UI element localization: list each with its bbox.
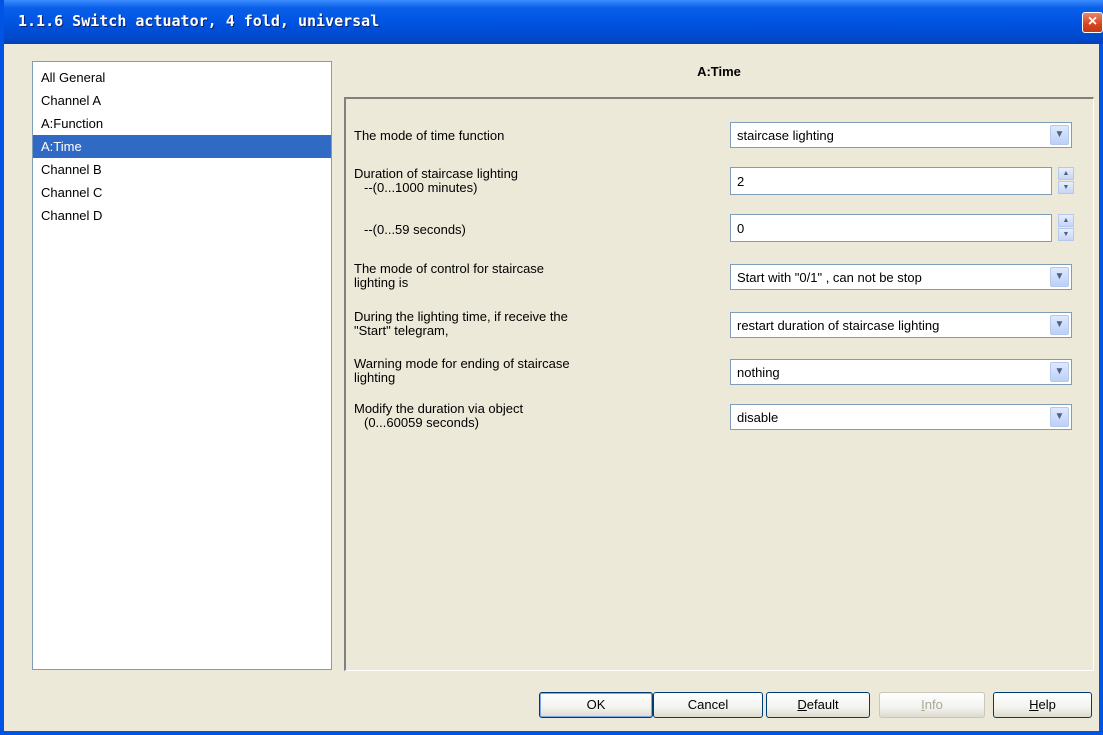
spinner-arrows-icon[interactable]: ▲ ▼ [1058,167,1074,195]
tree-item-a-function[interactable]: A:Function [33,112,331,135]
start-telegram-value: restart duration of staircase lighting [737,318,940,333]
duration-seconds-value: 0 [737,221,745,236]
duration-minutes-input[interactable]: 2 [730,167,1052,195]
param-label-control-mode: The mode of control for staircase lighti… [354,262,544,290]
param-label-line2: "Start" telegram, [354,323,449,338]
dialog-window: 1.1.6 Switch actuator, 4 fold, universal… [0,0,1103,735]
tree-item-channel-a[interactable]: Channel A [33,89,331,112]
parameter-tree[interactable]: All General Channel A A:Function A:Time … [32,61,332,670]
tree-item-a-time[interactable]: A:Time [33,135,331,158]
param-label-line2: --(0...1000 minutes) [364,180,478,195]
spin-down-icon[interactable]: ▼ [1058,181,1074,194]
close-icon[interactable]: × [1082,12,1103,33]
warning-mode-value: nothing [737,365,780,380]
duration-seconds-input[interactable]: 0 [730,214,1052,242]
spinner-arrows-icon[interactable]: ▲ ▼ [1058,214,1074,242]
time-mode-value: staircase lighting [737,128,834,143]
param-label-time-mode: The mode of time function [354,128,505,143]
param-label-line2: lighting [354,370,396,385]
warning-mode-dropdown[interactable]: nothing ▼ [730,359,1072,385]
param-label-line1: During the lighting time, if receive the [354,309,568,324]
chevron-down-icon[interactable]: ▼ [1050,362,1069,382]
default-button-mnemonic: D [797,697,807,712]
spin-down-icon[interactable]: ▼ [1058,228,1074,241]
default-button[interactable]: Default [766,692,870,718]
info-button: Info [879,692,985,718]
param-label-modify-duration: Modify the duration via object (0...6005… [354,402,523,430]
window-title: 1.1.6 Switch actuator, 4 fold, universal [18,12,380,30]
param-label-seconds: --(0...59 seconds) [364,222,466,237]
title-bar[interactable]: 1.1.6 Switch actuator, 4 fold, universal… [4,0,1103,44]
tree-item-all-general[interactable]: All General [33,66,331,89]
param-label-line1: Modify the duration via object [354,401,524,416]
help-button-mnemonic: H [1029,697,1039,712]
tree-item-channel-d[interactable]: Channel D [33,204,331,227]
cancel-button[interactable]: Cancel [653,692,763,718]
duration-minutes-value: 2 [737,174,745,189]
modify-duration-value: disable [737,410,779,425]
param-label-start-telegram: During the lighting time, if receive the… [354,310,568,338]
param-label-duration-seconds: --(0...59 seconds) [354,223,466,237]
parameter-panel: The mode of time function staircase ligh… [344,97,1094,671]
start-telegram-dropdown[interactable]: restart duration of staircase lighting ▼ [730,312,1072,338]
panel-title: A:Time [697,64,741,79]
param-label-warning-mode: Warning mode for ending of staircase lig… [354,357,570,385]
tree-item-channel-c[interactable]: Channel C [33,181,331,204]
modify-duration-dropdown[interactable]: disable ▼ [730,404,1072,430]
chevron-down-icon[interactable]: ▼ [1050,407,1069,427]
info-button-label: nfo [924,697,943,712]
param-label-duration-minutes: Duration of staircase lighting --(0...10… [354,167,518,195]
chevron-down-icon[interactable]: ▼ [1050,267,1069,287]
chevron-down-icon[interactable]: ▼ [1050,125,1069,145]
param-label-line1: Duration of staircase lighting [354,166,519,181]
chevron-down-icon[interactable]: ▼ [1050,315,1069,335]
control-mode-value: Start with "0/1" , can not be stop [737,270,922,285]
default-button-label: efault [806,697,839,712]
spin-up-icon[interactable]: ▲ [1058,214,1074,227]
param-label-line1: The mode of control for staircase [354,261,545,276]
help-button-label: elp [1038,697,1056,712]
time-mode-dropdown[interactable]: staircase lighting ▼ [730,122,1072,148]
help-button[interactable]: Help [993,692,1092,718]
control-mode-dropdown[interactable]: Start with "0/1" , can not be stop ▼ [730,264,1072,290]
ok-button[interactable]: OK [539,692,653,718]
param-label-line2: lighting is [354,275,409,290]
param-label-line1: Warning mode for ending of staircase [354,356,570,371]
spin-up-icon[interactable]: ▲ [1058,167,1074,180]
param-label-line2: (0...60059 seconds) [364,415,479,430]
tree-item-channel-b[interactable]: Channel B [33,158,331,181]
